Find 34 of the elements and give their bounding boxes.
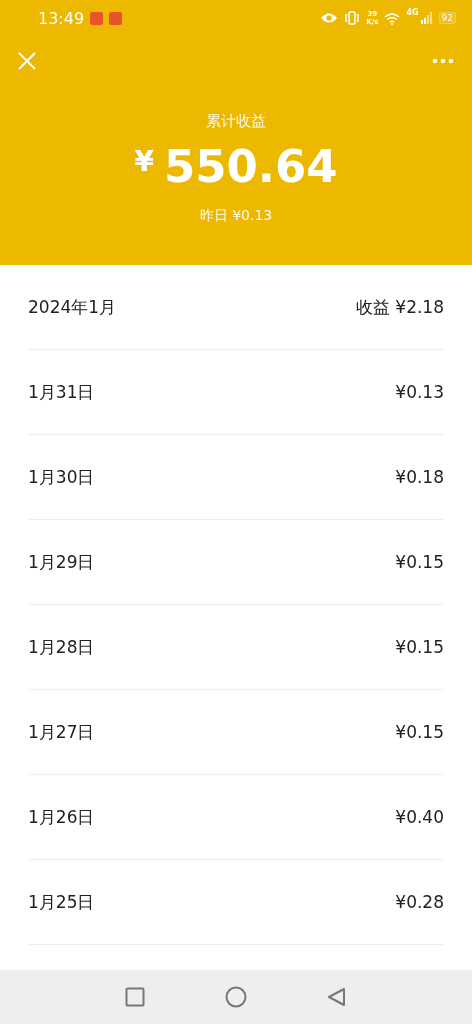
month-earnings: 收益 ¥2.18 bbox=[355, 295, 444, 319]
home-button[interactable] bbox=[225, 986, 247, 1008]
more-icon bbox=[432, 58, 454, 64]
daily-amount: ¥0.15 bbox=[395, 637, 444, 657]
battery-level: 92 bbox=[438, 12, 456, 24]
notification-icon bbox=[109, 11, 123, 25]
currency-symbol: ¥ bbox=[134, 145, 154, 178]
date-label: 1月30日 bbox=[28, 465, 95, 489]
network-type: 4G bbox=[406, 8, 419, 17]
daily-amount: ¥0.28 bbox=[395, 892, 444, 912]
date-label: 1月28日 bbox=[28, 635, 95, 659]
total-earnings-label: 累计收益 bbox=[206, 112, 266, 131]
notification-icon bbox=[90, 11, 104, 25]
date-label: 1月29日 bbox=[28, 550, 95, 574]
date-label: 1月27日 bbox=[28, 720, 95, 744]
close-icon bbox=[18, 52, 36, 70]
month-label: 2024年1月 bbox=[28, 295, 117, 319]
daily-amount: ¥0.13 bbox=[395, 382, 444, 402]
recents-button[interactable] bbox=[125, 987, 145, 1007]
wifi-icon bbox=[384, 11, 401, 25]
eye-icon bbox=[320, 12, 339, 24]
daily-amount: ¥0.15 bbox=[395, 722, 444, 742]
yesterday-earnings: 昨日 ¥0.13 bbox=[199, 207, 273, 225]
date-label: 1月31日 bbox=[28, 380, 95, 404]
total-earnings-amount: 550.64 bbox=[163, 141, 338, 193]
status-time: 13:49 bbox=[38, 8, 85, 28]
daily-amount: ¥0.40 bbox=[395, 807, 444, 827]
signal-icon bbox=[420, 12, 433, 24]
back-button[interactable] bbox=[327, 987, 347, 1007]
vibrate-icon bbox=[344, 11, 361, 25]
daily-amount: ¥0.15 bbox=[395, 552, 444, 572]
daily-amount: ¥0.18 bbox=[395, 467, 444, 487]
date-label: 1月26日 bbox=[28, 805, 95, 829]
date-label: 1月25日 bbox=[28, 890, 95, 914]
